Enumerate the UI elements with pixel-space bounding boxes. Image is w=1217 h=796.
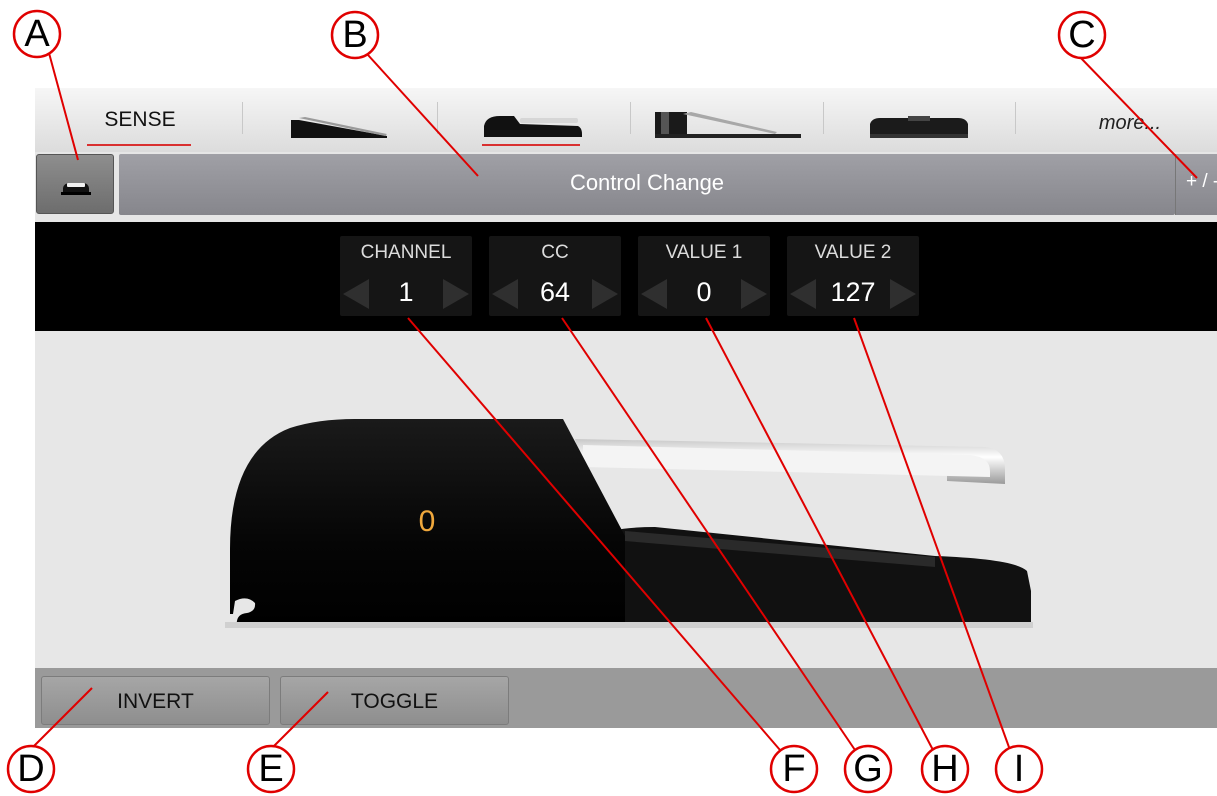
mode-bar: Control Change + / - — [35, 154, 1217, 216]
plus-minus-button[interactable]: + / - — [1175, 154, 1217, 215]
callout-label-g: G — [853, 748, 883, 790]
tab-divider — [630, 102, 631, 134]
cc-label: CC — [541, 242, 569, 263]
tab-divider — [823, 102, 824, 134]
pedal-value: 0 — [418, 505, 436, 538]
callout-label-a: A — [24, 13, 50, 55]
sustain-pedal-icon — [484, 116, 582, 137]
pedal-config-window: SENSE more... Control Change + / - CHANN… — [35, 88, 1217, 728]
invert-button[interactable]: INVERT — [41, 676, 270, 725]
callout-label-c: C — [1068, 14, 1096, 56]
callout-label-f: F — [782, 748, 806, 790]
parameter-strip: CHANNEL 1 CC 64 VALUE 1 0 VALUE 2 127 — [35, 222, 1217, 331]
pedal-type-button[interactable] — [36, 154, 114, 214]
callout-label-d: D — [17, 748, 45, 790]
channel-stepper[interactable]: CHANNEL 1 — [340, 236, 472, 316]
pedal-type-tab-bar: SENSE more... — [35, 88, 1217, 152]
arrow-right-icon[interactable] — [741, 279, 767, 309]
callout-label-h: H — [931, 748, 959, 790]
callout-label-e: E — [258, 748, 284, 790]
tab-sustain-pedal[interactable] — [470, 88, 600, 152]
tab-divider — [242, 102, 243, 134]
value2-label: VALUE 2 — [814, 242, 892, 263]
tab-more[interactable]: more... — [1065, 88, 1195, 152]
cc-stepper[interactable]: CC 64 — [489, 236, 621, 316]
arrow-right-icon[interactable] — [592, 279, 618, 309]
footswitch-icon — [870, 116, 968, 138]
toggle-label: TOGGLE — [350, 690, 439, 713]
pedal-area[interactable]: 0 — [35, 331, 1217, 668]
arrow-right-icon[interactable] — [890, 279, 916, 309]
value1-label: VALUE 1 — [665, 242, 743, 263]
toggle-button[interactable]: TOGGLE — [280, 676, 509, 725]
mode-selector[interactable]: Control Change — [119, 154, 1175, 215]
mode-label: Control Change — [569, 170, 725, 195]
channel-label: CHANNEL — [360, 242, 452, 263]
bottom-bar: INVERT TOGGLE — [35, 668, 1217, 728]
tab-more-label: more... — [1098, 112, 1162, 134]
tab-sustain-underline — [482, 144, 580, 146]
value1-stepper[interactable]: VALUE 1 0 — [638, 236, 770, 316]
piano-pedal-icon — [655, 112, 801, 138]
tab-expression-pedal[interactable] — [275, 88, 405, 152]
invert-label: INVERT — [117, 690, 194, 713]
tab-footswitch[interactable] — [858, 88, 978, 152]
callout-label-i: I — [1013, 748, 1025, 790]
tab-divider — [437, 102, 438, 134]
sustain-pedal-illustration[interactable] — [35, 331, 1217, 668]
tab-sense[interactable]: SENSE — [75, 88, 205, 152]
value2-stepper[interactable]: VALUE 2 127 — [787, 236, 919, 316]
tab-piano-pedal[interactable] — [647, 88, 805, 152]
callout-label-b: B — [342, 14, 368, 56]
tab-sense-label: SENSE — [104, 108, 176, 131]
plus-minus-label: + / - — [1186, 171, 1217, 192]
tab-sense-underline — [87, 144, 191, 146]
arrow-right-icon[interactable] — [443, 279, 469, 309]
tab-divider — [1015, 102, 1016, 134]
pedal-type-icon — [61, 183, 91, 195]
expression-pedal-icon — [291, 117, 387, 138]
